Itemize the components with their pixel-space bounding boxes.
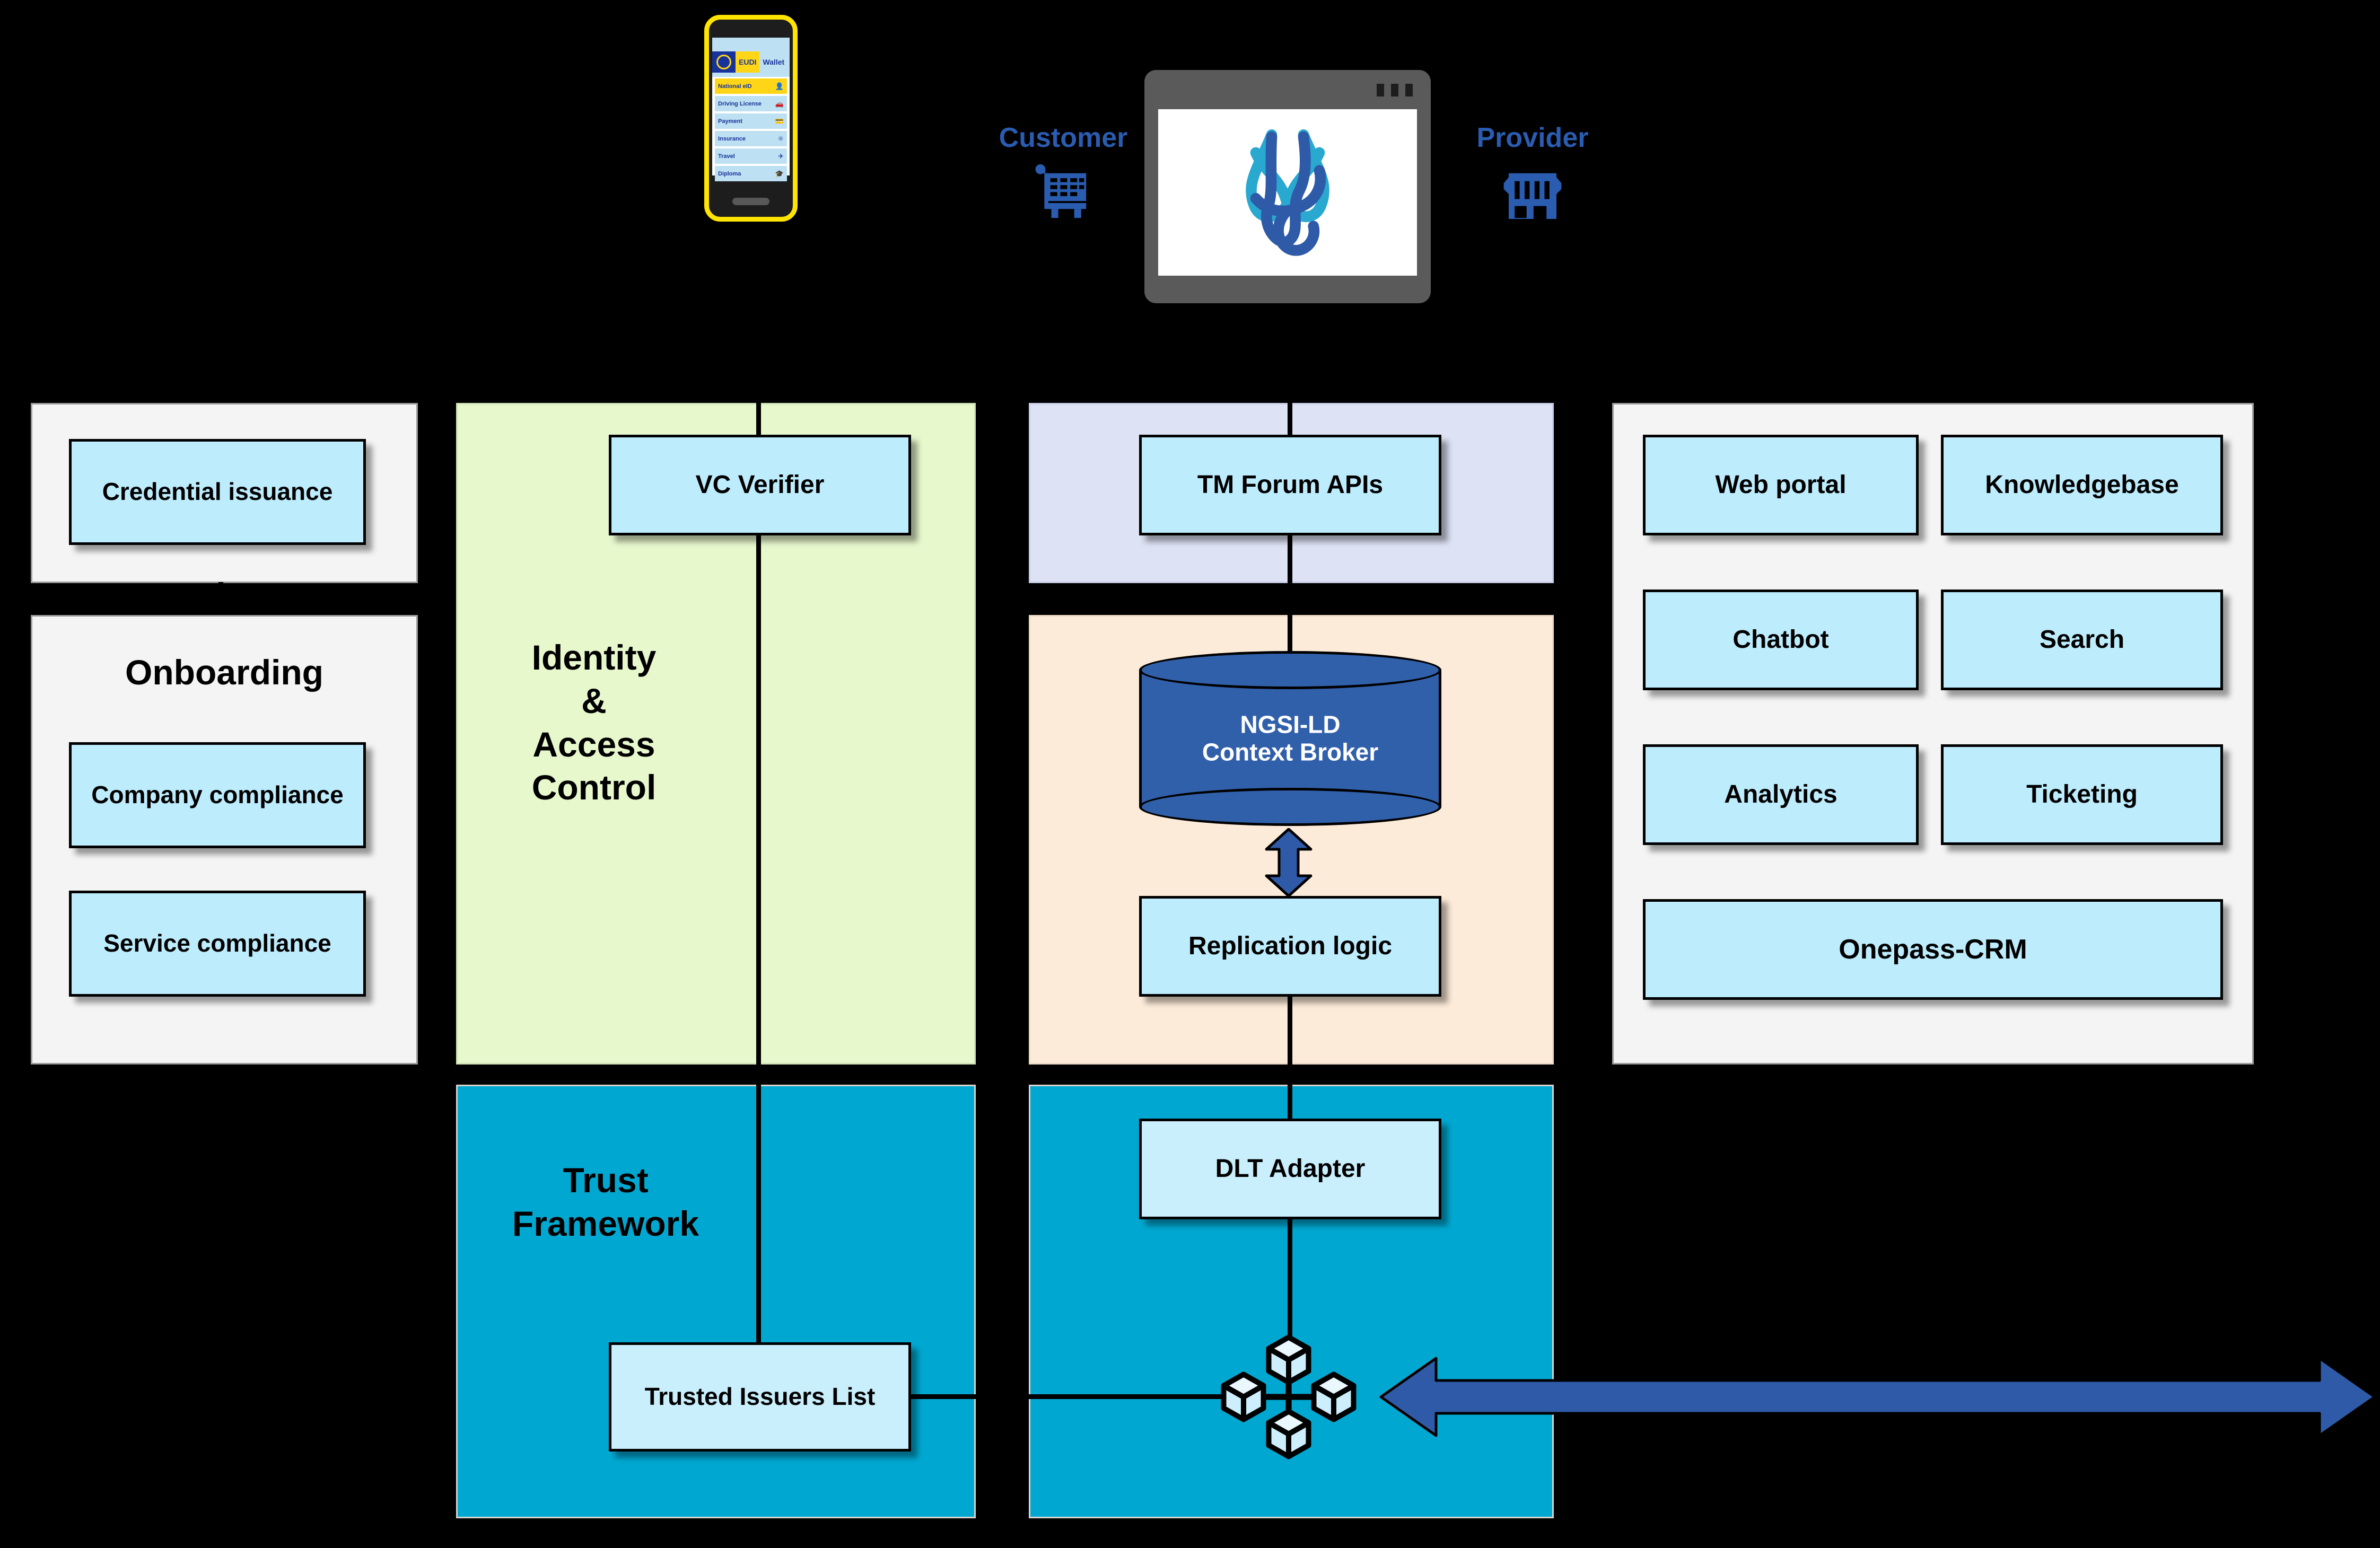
ngsi-ld-context-broker-cylinder[interactable]: NGSI-LD Context Broker [1139, 651, 1441, 826]
identity-title-line-4: Control [531, 768, 657, 807]
provider-label: Provider [1476, 122, 1589, 153]
identity-title-line-1: Identity [531, 638, 657, 677]
trusted-issuers-list-box[interactable]: Trusted Issuers List [609, 1342, 911, 1452]
broker-label-line-2: Context Broker [1202, 738, 1379, 766]
phone-notch [727, 20, 775, 31]
wallet-item-payment[interactable]: Payment 💳 [715, 113, 787, 129]
web-portal-label: Web portal [1715, 471, 1847, 499]
knowledgebase-box[interactable]: Knowledgebase [1941, 435, 2223, 535]
company-compliance-label: Company compliance [91, 781, 344, 809]
payment-card-icon: 💳 [775, 117, 784, 125]
wallet-item-label: Driving License [718, 100, 762, 107]
wallet-brand-eudi: EUDI [736, 51, 760, 73]
onboarding-title: Onboarding [125, 653, 323, 692]
phone-screen: EUDI Wallet National eID 👤 Driving Licen… [712, 38, 790, 181]
search-box[interactable]: Search [1941, 590, 2223, 690]
analytics-box[interactable]: Analytics [1643, 744, 1919, 845]
replication-logic-label: Replication logic [1188, 932, 1393, 961]
wallet-item-label: Payment [718, 118, 742, 125]
wallet-item-insurance[interactable]: Insurance ⚛ [715, 131, 787, 146]
dlt-adapter-box[interactable]: DLT Adapter [1139, 1119, 1441, 1219]
wallet-item-label: National eID [718, 83, 752, 90]
cylinder-bottom-ellipse [1139, 788, 1441, 826]
vc-verifier-label: VC Verifier [695, 471, 825, 499]
web-portal-box[interactable]: Web portal [1643, 435, 1919, 535]
wallet-item-label: Diploma [718, 170, 741, 177]
eu-flag-icon [712, 51, 736, 73]
blockchain-network-icon [1221, 1334, 1357, 1459]
broker-replication-bidirectional-arrow [1265, 828, 1312, 897]
insurance-shield-icon: ⚛ [777, 134, 784, 143]
wallet-item-diploma[interactable]: Diploma 🎓 [715, 166, 787, 181]
tmforum-apis-box[interactable]: TM Forum APIs [1139, 435, 1441, 535]
service-compliance-label: Service compliance [103, 929, 331, 957]
connector-broker-panel-top [1288, 615, 1292, 655]
wallet-credential-list: National eID 👤 Driving License 🚗 Payment… [712, 77, 790, 181]
browser-window [1144, 70, 1431, 303]
chatbot-box[interactable]: Chatbot [1643, 590, 1919, 690]
wallet-item-national-eid[interactable]: National eID 👤 [715, 78, 787, 94]
ticketing-label: Ticketing [2026, 780, 2138, 809]
identity-title-line-2: & [581, 681, 607, 720]
broker-label-line-1: NGSI-LD [1240, 710, 1341, 738]
trusted-issuers-list-label: Trusted Issuers List [644, 1383, 876, 1411]
credential-issuance-label: Credential issuance [102, 478, 333, 506]
replication-logic-box[interactable]: Replication logic [1139, 896, 1441, 997]
connector-replication-panel-bottom [1288, 995, 1292, 1066]
customer-label: Customer [999, 122, 1128, 153]
analytics-label: Analytics [1724, 780, 1838, 809]
dlt-adapter-label: DLT Adapter [1215, 1155, 1366, 1183]
customer-actor: Customer [984, 122, 1143, 227]
onepass-crm-box[interactable]: Onepass-CRM [1643, 899, 2223, 1000]
wallet-item-label: Travel [718, 153, 735, 160]
travel-icon: ✈ [778, 152, 784, 160]
connector-through-trust-panel [756, 1085, 761, 1350]
cylinder-top-ellipse [1139, 651, 1441, 689]
trust-title-line-2: Framework [512, 1203, 699, 1243]
connector-credential-to-onboarding [218, 582, 223, 616]
onepass-crm-label: Onepass-CRM [1839, 934, 2027, 965]
browser-window-controls[interactable] [1377, 84, 1413, 96]
shop-storefront-icon [1503, 173, 1562, 219]
ngsi-ld-context-broker-label: NGSI-LD Context Broker [1139, 711, 1441, 766]
company-compliance-box[interactable]: Company compliance [69, 742, 366, 848]
dataspace-knot-logo [1246, 129, 1329, 256]
driving-license-icon: 🚗 [775, 99, 784, 108]
trust-title-line-1: Trust [563, 1160, 649, 1200]
search-label: Search [2039, 626, 2125, 654]
wallet-item-label: Insurance [718, 135, 746, 142]
identity-title-line-3: Access [532, 724, 655, 764]
browser-viewport [1158, 109, 1417, 276]
ticketing-box[interactable]: Ticketing [1941, 744, 2223, 845]
vc-verifier-box[interactable]: VC Verifier [609, 435, 911, 535]
diploma-icon: 🎓 [775, 169, 784, 178]
id-card-icon: 👤 [775, 82, 784, 90]
connector-dlt-adapter-to-network [1288, 1215, 1292, 1348]
knowledgebase-label: Knowledgebase [1985, 471, 2179, 499]
wallet-brand-wallet: Wallet [763, 58, 785, 66]
tmforum-apis-label: TM Forum APIs [1197, 471, 1384, 499]
provider-actor: Provider [1453, 122, 1612, 227]
wallet-header: EUDI Wallet [712, 51, 790, 73]
shopping-cart-icon [1035, 164, 1087, 218]
wallet-item-travel[interactable]: Travel ✈ [715, 148, 787, 164]
chatbot-label: Chatbot [1732, 626, 1829, 654]
credential-issuance-box[interactable]: Credential issuance [69, 439, 366, 545]
trust-framework-panel [456, 1085, 976, 1518]
connector-tmforum-to-broker [1288, 582, 1292, 616]
diagram-canvas: EUDI Wallet National eID 👤 Driving Licen… [0, 0, 2380, 1548]
trust-framework-title: Trust Framework [462, 1159, 749, 1246]
identity-access-control-title: Identity & Access Control [467, 636, 721, 810]
wallet-item-driving-license[interactable]: Driving License 🚗 [715, 96, 787, 111]
service-compliance-box[interactable]: Service compliance [69, 891, 366, 997]
eudi-wallet-phone: EUDI Wallet National eID 👤 Driving Licen… [704, 15, 798, 222]
dlt-external-bidirectional-arrow [1379, 1357, 2376, 1437]
phone-home-indicator [732, 198, 769, 205]
